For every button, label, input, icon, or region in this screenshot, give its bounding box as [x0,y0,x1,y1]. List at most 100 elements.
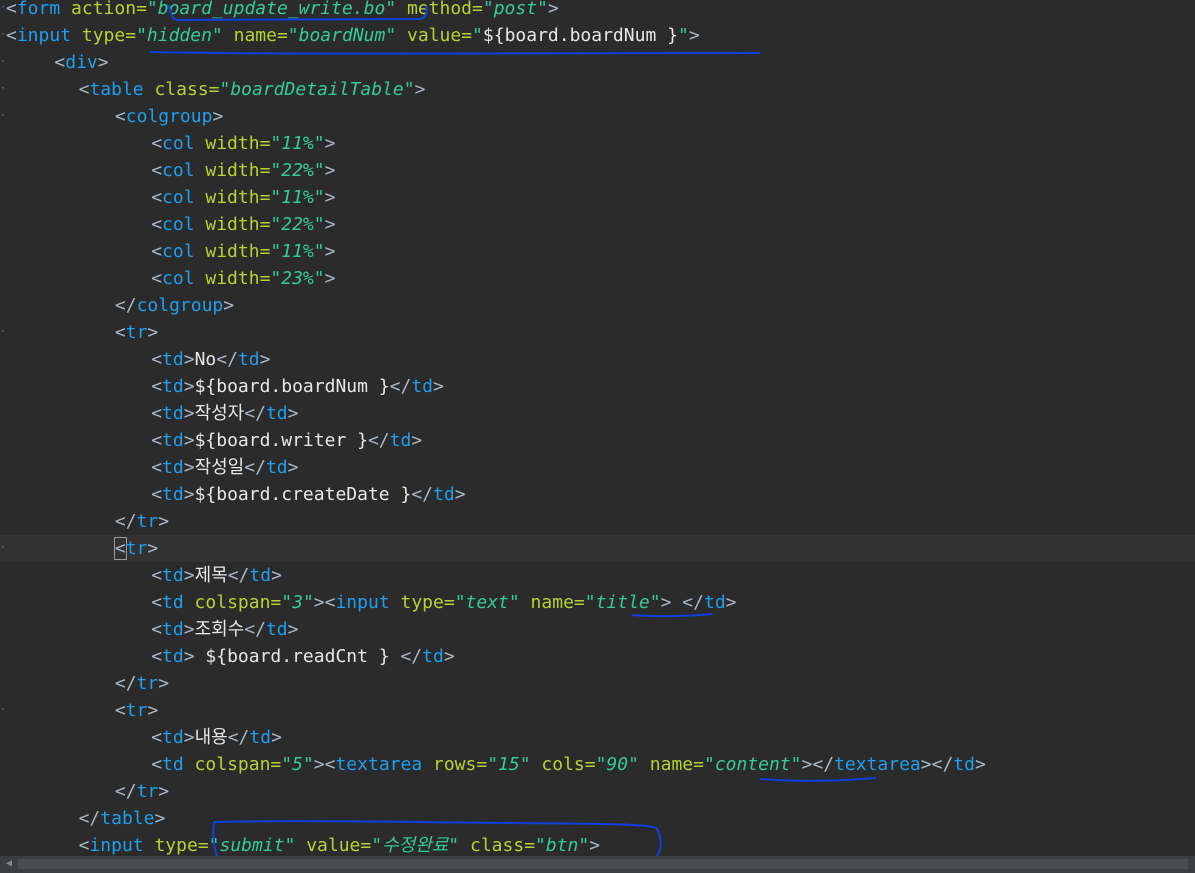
code-line[interactable]: </tr> [0,508,1195,535]
punctuation: > [158,781,170,802]
tag-name: col [162,187,195,208]
code-line[interactable]: <td>작성자</td> [0,400,1195,427]
text-content: ${board.writer } [194,430,368,451]
string-literal: "submit" [208,835,296,856]
fold-marker-icon[interactable]: · [0,327,6,337]
punctuation: > [183,457,195,478]
punctuation: > [411,430,423,451]
punctuation: > [974,754,986,775]
code-line-content: </table> [79,805,166,832]
punctuation: > [183,376,195,397]
code-line[interactable]: <col width="22%"> [0,157,1195,184]
fold-marker-icon[interactable]: · [0,543,6,553]
fold-marker-icon[interactable]: · [0,705,6,715]
equals-sign: = [461,25,473,46]
tag-name: td [162,349,184,370]
string-literal: "23%" [270,268,325,289]
code-line[interactable]: <td>제목</td> [0,562,1195,589]
code-line[interactable]: </table> [0,805,1195,832]
code-line[interactable]: <tr> · [0,535,1195,562]
tag-name: col [162,133,195,154]
code-line[interactable]: <table class="boardDetailTable"> · [0,76,1195,103]
punctuation: < [151,565,163,586]
code-line-content: <col width="22%"> [151,211,335,238]
code-line[interactable]: <input type="submit" value="수정완료" class=… [0,832,1195,856]
string-literal: "11%" [270,241,325,262]
punctuation: > [324,160,336,181]
attribute-name: width [194,133,260,154]
code-line[interactable]: <td colspan="5"><textarea rows="15" cols… [0,751,1195,778]
string-literal: "90" [595,754,639,775]
string-literal: " [677,25,689,46]
scrollbar-track[interactable] [18,859,1188,869]
text-content: ${board.createDate } [194,484,412,505]
equals-sign: = [259,268,271,289]
tag-name: tr [125,322,148,343]
code-line[interactable]: <td>${board.boardNum }</td> [0,373,1195,400]
attribute-name: type [389,592,444,613]
punctuation: </ [78,808,101,829]
code-line[interactable]: <colgroup> · [0,103,1195,130]
code-line[interactable]: <input type="hidden" name="boardNum" val… [0,22,1195,49]
string-literal: "board_update_write.bo" [146,0,397,19]
tag-name: td [162,376,184,397]
attribute-name: width [194,187,260,208]
code-line[interactable]: <col width="22%"> [0,211,1195,238]
code-line[interactable]: </colgroup> [0,292,1195,319]
punctuation: > [313,754,325,775]
text-content: 제목 [194,565,228,586]
code-line-content: </tr> [115,508,169,535]
punctuation: </ [244,403,266,424]
code-line[interactable]: <td>${board.writer }</td> [0,427,1195,454]
code-line[interactable]: <col width="11%"> [0,238,1195,265]
horizontal-scrollbar[interactable]: ◀ [0,856,1195,873]
string-literal: "text" [454,592,520,613]
attribute-name: width [194,241,260,262]
punctuation: </ [244,619,266,640]
code-line[interactable]: <td>No</td> [0,346,1195,373]
code-line[interactable]: <tr> · [0,697,1195,724]
code-line[interactable]: <div> · [0,49,1195,76]
tag-name: tr [136,511,159,532]
code-line[interactable]: <col width="11%"> [0,130,1195,157]
code-line[interactable]: <td colspan="3"><input type="text" name=… [0,589,1195,616]
punctuation: > [183,403,195,424]
text-content: ${board.boardNum } [194,376,390,397]
code-line[interactable]: <form action="board_update_write.bo" met… [0,0,1195,22]
code-line-content: <col width="11%"> [151,184,335,211]
attribute-name: width [194,160,260,181]
punctuation: </ [114,781,137,802]
fold-marker-icon[interactable]: · [0,3,6,13]
code-line[interactable]: <td> ${board.readCnt } </td> [0,643,1195,670]
punctuation: < [151,160,163,181]
code-line[interactable]: <col width="23%"> [0,265,1195,292]
code-line[interactable]: <td>내용</td> [0,724,1195,751]
tag-name: td [162,484,184,505]
fold-marker-icon[interactable]: · [0,84,6,94]
code-line[interactable]: <tr> · [0,319,1195,346]
code-line-content: <colgroup> [115,103,223,130]
fold-marker-icon[interactable]: · [0,111,6,121]
scroll-left-icon[interactable]: ◀ [6,859,12,869]
fold-marker-icon[interactable]: · [0,57,6,67]
code-line[interactable]: </tr> [0,670,1195,697]
tag-name: tr [125,700,148,721]
text-content: 작성일 [194,457,245,478]
tag-name: col [162,160,195,181]
punctuation: > [97,52,109,73]
code-line[interactable]: <td>작성일</td> [0,454,1195,481]
fold-marker-icon[interactable]: · [0,30,6,40]
code-line-content: <td>내용</td> [151,724,282,751]
code-line[interactable]: <col width="11%"> [0,184,1195,211]
equals-sign: = [270,592,282,613]
punctuation: > [154,808,166,829]
code-editor[interactable]: <form action="board_update_write.bo" met… [0,0,1195,856]
code-line[interactable]: <td>${board.createDate }</td> [0,481,1195,508]
code-line[interactable]: </tr> [0,778,1195,805]
punctuation: > [547,0,559,19]
punctuation: < [151,241,163,262]
code-line[interactable]: <td>조회수</td> [0,616,1195,643]
tag-name: td [162,457,184,478]
punctuation: > [259,349,271,370]
punctuation: > [443,646,455,667]
